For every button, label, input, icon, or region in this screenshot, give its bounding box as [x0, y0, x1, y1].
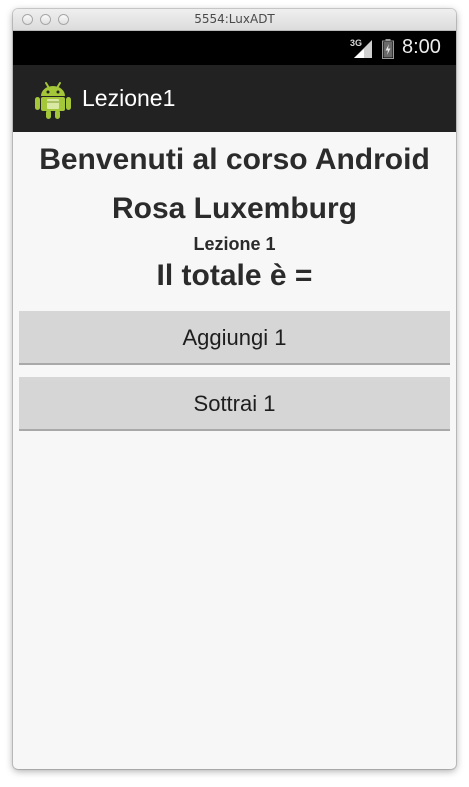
battery-icon [382, 39, 394, 59]
emulator-window: 5554:LuxADT 3G 8:00 Lezione1 Benvenuti a… [13, 9, 456, 769]
main-content: Benvenuti al corso Android Rosa Luxembur… [13, 132, 456, 431]
welcome-heading: Benvenuti al corso Android Rosa Luxembur… [39, 143, 430, 225]
action-bar: Lezione1 [13, 65, 456, 132]
app-title: Lezione1 [82, 85, 176, 111]
subtract-one-button[interactable]: Sottrai 1 [19, 377, 450, 431]
window-titlebar: 5554:LuxADT [13, 9, 456, 31]
add-one-button[interactable]: Aggiungi 1 [19, 311, 450, 365]
android-app-icon [35, 82, 71, 119]
signal-icon [354, 40, 372, 58]
status-clock: 8:00 [402, 36, 441, 58]
lesson-label: Lezione 1 [193, 234, 276, 254]
window-title: 5554:LuxADT [194, 12, 275, 26]
status-bar: 3G 8:00 [13, 31, 456, 65]
total-label: Il totale è = [156, 259, 313, 292]
